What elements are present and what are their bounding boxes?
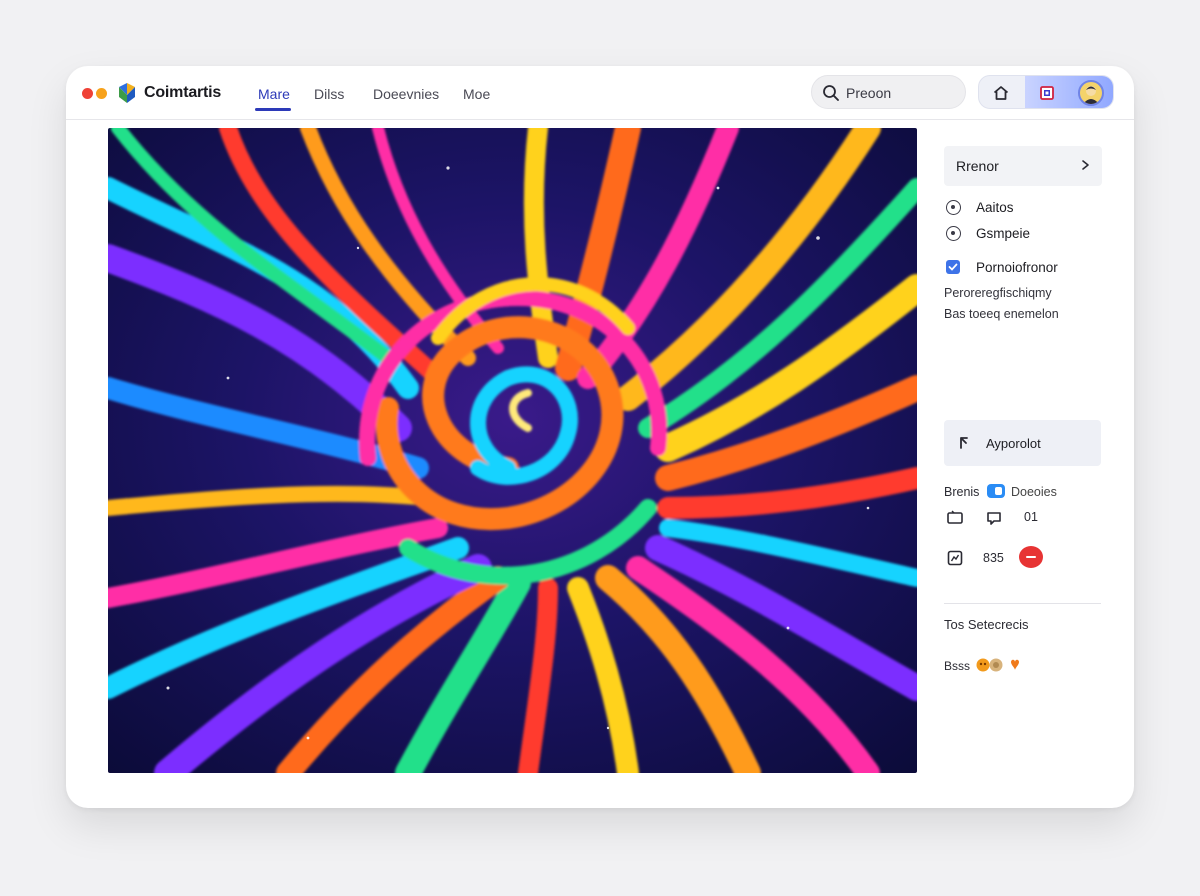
app-window: Coimtartis Mare Dilss Doeevnies Moe Preo… [66,66,1134,808]
reaction-emojis-icon[interactable] [975,656,1029,674]
stats-label: Brenis [944,485,980,499]
description-line-2: Bas toeeq enemelon [944,307,1059,321]
close-window-button[interactable] [82,88,93,99]
active-tab-indicator [255,108,291,111]
minimize-window-button[interactable] [96,88,107,99]
photo-icon [1040,86,1054,100]
search-input[interactable] [846,83,956,103]
artwork-image [108,128,917,773]
photo-button[interactable] [1025,76,1069,108]
section-title: Tos Setecrecis [944,617,1029,632]
divider [944,603,1101,604]
comment-count: 01 [1024,510,1038,524]
action-button[interactable]: Ayporolot [944,420,1101,466]
toolbar-group [978,75,1114,109]
option-label: Gsmpeie [976,226,1031,241]
cursor-icon [960,437,968,449]
brand-logo-icon [119,83,135,103]
toggle-label: Doeoies [1011,485,1057,499]
toggle-switch[interactable] [987,484,1005,498]
avatar [1078,80,1104,106]
chart-icon[interactable] [946,549,964,567]
reactions-label: Bsss [944,659,971,673]
home-icon [993,86,1009,100]
app-title: Coimtartis [144,84,222,101]
nav-tab-dilss[interactable]: Dilss [314,86,344,102]
profile-button[interactable] [1069,76,1113,108]
search-icon [823,85,839,101]
check-icon [948,263,958,271]
search-box[interactable] [811,75,966,109]
panel-header[interactable]: Rrenor [944,146,1102,186]
option-label: Aaitos [976,200,1014,215]
description-line-1: Peroreregfischiqmy [944,286,1052,300]
action-button-label: Ayporolot [986,436,1041,451]
checkbox[interactable] [946,260,960,274]
chevron-right-icon [1082,160,1089,170]
comment-icon[interactable] [985,509,1003,527]
home-button[interactable] [979,76,1023,108]
screen-icon[interactable] [946,509,964,527]
radio-button[interactable] [946,226,961,241]
views-count: 835 [983,551,1004,565]
radio-button[interactable] [946,200,961,215]
nav-tab-doeevnies[interactable]: Doeevnies [373,86,439,102]
nav-tab-mare[interactable]: Mare [258,86,290,102]
top-bar: Coimtartis Mare Dilss Doeevnies Moe [66,66,1134,120]
record-button[interactable] [1019,546,1043,568]
nav-tab-moe[interactable]: Moe [463,86,490,102]
panel-title: Rrenor [956,158,999,174]
checkbox-label: Pornoiofronor [976,260,1058,275]
